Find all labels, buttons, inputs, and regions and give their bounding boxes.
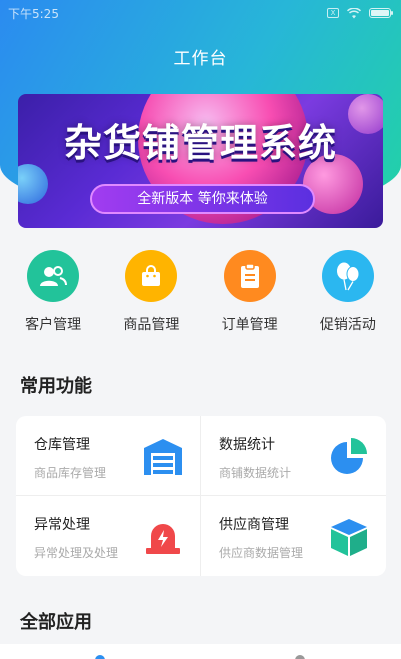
balloons-icon [321,250,374,302]
sim-icon: X [327,8,339,18]
clipboard-icon [223,250,276,302]
pie-chart-icon [331,438,367,474]
page-title: 工作台 [173,49,228,69]
cube-icon [331,519,367,556]
quick-action-label: 促销活动 [319,317,376,333]
promo-banner[interactable]: 杂货铺管理系统 全新版本 等你来体验 [18,94,383,228]
battery-icon [369,8,393,18]
quick-action-label: 客户管理 [25,317,82,333]
banner-subtitle: 全新版本 等你来体验 [90,184,315,214]
banner-title: 杂货铺管理系统 [63,121,337,165]
quick-action-label: 商品管理 [123,317,180,333]
quick-action-customers[interactable]: 客户管理 [8,250,98,340]
quick-action-promotions[interactable]: 促销活动 [303,250,393,340]
func-exceptions[interactable]: 异常处理 异常处理及处理 [16,496,201,576]
bottom-nav [0,644,401,659]
nav-tab-icon[interactable] [95,655,105,659]
quick-action-orders[interactable]: 订单管理 [205,250,295,340]
quick-action-label: 订单管理 [221,317,278,333]
section-title-common: 常用功能 [20,376,92,397]
func-statistics[interactable]: 数据统计 商铺数据统计 [201,416,386,496]
func-warehouse[interactable]: 仓库管理 商品库存管理 [16,416,201,496]
users-icon [27,250,80,302]
warehouse-icon [144,439,182,475]
section-title-all-apps: 全部应用 [20,612,92,633]
quick-action-products[interactable]: 商品管理 [106,250,196,340]
common-functions-card: 仓库管理 商品库存管理 数据统计 商铺数据统计 异常处理 异常处理及处理 供应商… [16,416,386,576]
status-bar: 下午5:25 X [0,0,401,26]
nav-tab-icon[interactable] [295,655,305,659]
alarm-icon [146,524,180,554]
func-suppliers[interactable]: 供应商管理 供应商数据管理 [201,496,386,576]
wifi-icon [347,7,361,18]
banner-orb [18,164,48,204]
quick-actions: 客户管理 商品管理 订单管理 促销活动 [0,250,401,340]
shopping-bag-icon [125,250,178,302]
status-time: 下午5:25 [8,6,59,21]
